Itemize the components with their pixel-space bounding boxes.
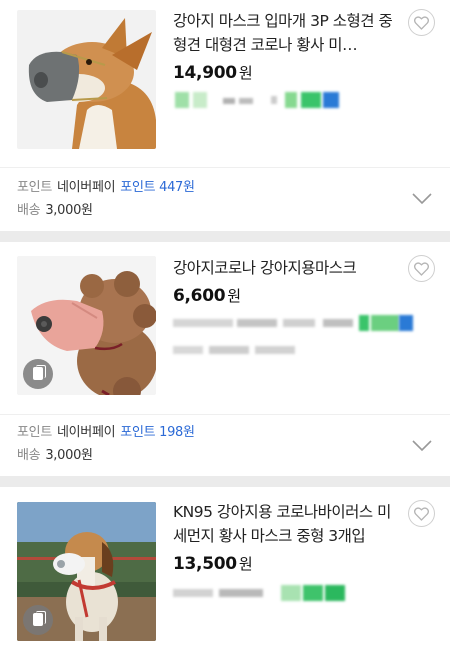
shipping-info: 배송 3,000원 bbox=[17, 203, 93, 218]
product-thumbnail[interactable] bbox=[17, 502, 156, 641]
product-card[interactable]: 강아지 마스크 입마개 3P 소형견 중형견 대형견 코로나 황사 미… 14,… bbox=[0, 0, 450, 231]
dog-mask-photo bbox=[17, 10, 156, 149]
wishlist-button[interactable] bbox=[408, 255, 435, 282]
divider bbox=[0, 414, 450, 415]
divider bbox=[0, 167, 450, 168]
product-price: 6,600 원 bbox=[173, 286, 241, 306]
seller-info-blurred bbox=[173, 92, 348, 108]
shipping-info: 배송 3,000원 bbox=[17, 448, 93, 463]
product-thumbnail[interactable] bbox=[17, 10, 156, 149]
heart-icon bbox=[414, 261, 429, 276]
heart-icon bbox=[414, 506, 429, 521]
wishlist-button[interactable] bbox=[408, 9, 435, 36]
product-list: 강아지 마스크 입마개 3P 소형견 중형견 대형견 코로나 황사 미… 14,… bbox=[0, 0, 450, 655]
chevron-down-icon[interactable] bbox=[412, 440, 432, 452]
product-price: 14,900 원 bbox=[173, 63, 253, 83]
seller-info-blurred bbox=[173, 585, 363, 601]
product-thumbnail[interactable] bbox=[17, 256, 156, 395]
product-card[interactable]: KN95 강아지용 코로나바이러스 미세먼지 황사 마스크 중형 3개입 13,… bbox=[0, 487, 450, 655]
product-title[interactable]: 강아지코로나 강아지용마스크 bbox=[173, 256, 403, 282]
seller-info-blurred bbox=[173, 315, 423, 331]
wishlist-button[interactable] bbox=[408, 500, 435, 527]
product-card[interactable]: 강아지코로나 강아지용마스크 6,600 원 포인트 네이버페이 포인트 198원 배… bbox=[0, 242, 450, 476]
seller-info-blurred bbox=[173, 342, 313, 358]
heart-icon bbox=[414, 15, 429, 30]
point-info: 포인트 네이버페이 포인트 447원 bbox=[17, 180, 195, 195]
product-title[interactable]: KN95 강아지용 코로나바이러스 미세먼지 황사 마스크 중형 3개입 bbox=[173, 500, 403, 548]
product-title[interactable]: 강아지 마스크 입마개 3P 소형견 중형견 대형견 코로나 황사 미… bbox=[173, 9, 403, 57]
chevron-down-icon[interactable] bbox=[412, 193, 432, 205]
product-price: 13,500 원 bbox=[173, 554, 253, 574]
gallery-icon bbox=[23, 605, 53, 635]
gallery-icon bbox=[23, 359, 53, 389]
point-info: 포인트 네이버페이 포인트 198원 bbox=[17, 425, 195, 440]
